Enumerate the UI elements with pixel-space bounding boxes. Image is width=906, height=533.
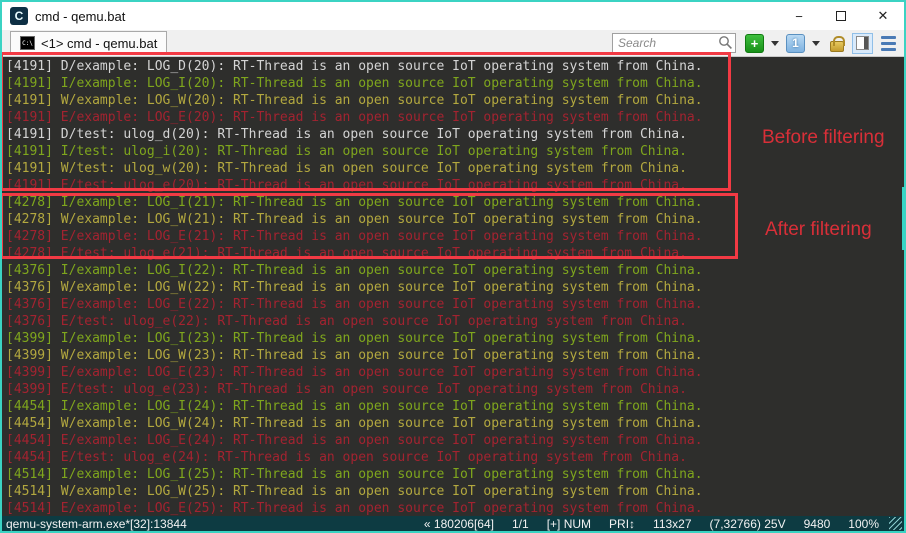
cmd-icon: C:\ bbox=[20, 36, 35, 50]
terminal-line: [4376] I/example: LOG_I(22): RT-Thread i… bbox=[6, 262, 904, 279]
terminal-line: [4376] W/example: LOG_W(22): RT-Thread i… bbox=[6, 279, 904, 296]
tab-label: <1> cmd - qemu.bat bbox=[41, 36, 157, 51]
statusbar-item: 9480 bbox=[804, 517, 831, 531]
terminal-line: [4454] I/example: LOG_I(24): RT-Thread i… bbox=[6, 398, 904, 415]
terminal-area: [4191] D/example: LOG_D(20): RT-Thread i… bbox=[2, 57, 904, 516]
status-bar: qemu-system-arm.exe*[32]:13844 « 180206[… bbox=[2, 516, 904, 531]
statusbar-items: « 180206[64] 1/1 [+] NUM PRI↕ 113x27 (7,32766… bbox=[406, 517, 879, 531]
terminal-line: [4454] E/test: ulog_e(24): RT-Thread is … bbox=[6, 449, 904, 466]
toolbar: + 1 bbox=[612, 33, 896, 54]
statusbar-item: (7,32766) 25V bbox=[710, 517, 786, 531]
title-bar: C cmd - qemu.bat − ✕ bbox=[2, 2, 904, 30]
terminal-line: [4399] W/example: LOG_W(23): RT-Thread i… bbox=[6, 347, 904, 364]
terminal-line: [4278] E/test: ulog_e(21): RT-Thread is … bbox=[6, 245, 904, 262]
terminal-line: [4191] D/example: LOG_D(20): RT-Thread i… bbox=[6, 58, 904, 75]
statusbar-item: 1/1 bbox=[512, 517, 529, 531]
before-filtering-label: Before filtering bbox=[762, 127, 885, 149]
terminal-line: [4278] I/example: LOG_I(21): RT-Thread i… bbox=[6, 194, 904, 211]
tab-cmd-qemu[interactable]: C:\ <1> cmd - qemu.bat bbox=[10, 31, 167, 55]
terminal-line: [4376] E/test: ulog_e(22): RT-Thread is … bbox=[6, 313, 904, 330]
terminal-line: [4399] E/example: LOG_E(23): RT-Thread i… bbox=[6, 364, 904, 381]
resize-grip-icon[interactable] bbox=[889, 517, 902, 530]
terminal-line: [4191] I/example: LOG_I(20): RT-Thread i… bbox=[6, 75, 904, 92]
tab-bar: C:\ <1> cmd - qemu.bat + 1 bbox=[2, 30, 904, 57]
menu-icon[interactable] bbox=[881, 36, 896, 51]
search-icon bbox=[718, 35, 733, 50]
maximize-button[interactable] bbox=[820, 3, 862, 30]
statusbar-item: 100% bbox=[848, 517, 879, 531]
after-filtering-label: After filtering bbox=[765, 219, 872, 241]
terminal-line: [4514] I/example: LOG_I(25): RT-Thread i… bbox=[6, 466, 904, 483]
terminal-line: [4514] W/example: LOG_W(25): RT-Thread i… bbox=[6, 483, 904, 500]
terminal-line: [4191] E/test: ulog_e(20): RT-Thread is … bbox=[6, 177, 904, 194]
process-name: qemu-system-arm.exe*[32]:13844 bbox=[6, 517, 187, 531]
conemu-app-icon: C bbox=[10, 7, 28, 25]
statusbar-item: « 180206[64] bbox=[424, 517, 494, 531]
scrollbar-toggle-button[interactable] bbox=[852, 33, 873, 54]
terminal-line: [4191] E/example: LOG_E(20): RT-Thread i… bbox=[6, 109, 904, 126]
terminal-line: [4514] E/example: LOG_E(25): RT-Thread i… bbox=[6, 500, 904, 516]
statusbar-item: PRI↕ bbox=[609, 517, 635, 531]
window-dropdown-icon[interactable] bbox=[812, 41, 820, 46]
terminal-line: [4454] E/example: LOG_E(24): RT-Thread i… bbox=[6, 432, 904, 449]
terminal-line: [4399] I/example: LOG_I(23): RT-Thread i… bbox=[6, 330, 904, 347]
terminal-line: [4376] E/example: LOG_E(22): RT-Thread i… bbox=[6, 296, 904, 313]
terminal-line: [4399] E/test: ulog_e(23): RT-Thread is … bbox=[6, 381, 904, 398]
statusbar-item: 113x27 bbox=[653, 517, 691, 531]
terminal-line: [4191] W/test: ulog_w(20): RT-Thread is … bbox=[6, 160, 904, 177]
terminal-line: [4191] W/example: LOG_W(20): RT-Thread i… bbox=[6, 92, 904, 109]
new-console-dropdown-icon[interactable] bbox=[771, 41, 779, 46]
conemu-window: C cmd - qemu.bat − ✕ C:\ <1> cmd - qemu.… bbox=[0, 0, 906, 533]
search-box bbox=[612, 33, 736, 53]
close-button[interactable]: ✕ bbox=[862, 3, 904, 30]
window-number-button[interactable]: 1 bbox=[786, 34, 805, 53]
lock-icon[interactable] bbox=[830, 41, 844, 52]
terminal-output[interactable]: [4191] D/example: LOG_D(20): RT-Thread i… bbox=[2, 57, 904, 516]
panel-icon bbox=[856, 36, 869, 50]
window-title: cmd - qemu.bat bbox=[35, 9, 125, 24]
terminal-line: [4454] W/example: LOG_W(24): RT-Thread i… bbox=[6, 415, 904, 432]
statusbar-item: [+] NUM bbox=[547, 517, 591, 531]
scrollbar-thumb[interactable] bbox=[902, 187, 906, 250]
new-console-button[interactable]: + bbox=[745, 34, 764, 53]
maximize-icon bbox=[836, 11, 846, 21]
minimize-button[interactable]: − bbox=[778, 3, 820, 30]
